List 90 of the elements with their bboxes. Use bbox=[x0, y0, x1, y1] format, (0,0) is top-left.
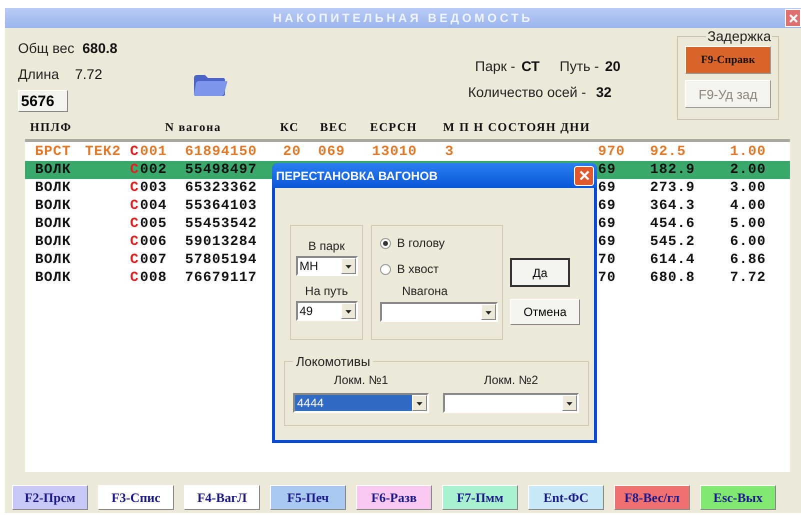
table-cell-text: 454.6 bbox=[650, 216, 696, 232]
table-cell-text: 76679117 bbox=[185, 270, 258, 286]
track-label: На путь bbox=[305, 284, 348, 298]
radio-label: В хвост bbox=[397, 262, 439, 276]
track-label: Путь - bbox=[560, 58, 599, 74]
table-cell-text: 6.86 bbox=[730, 252, 768, 268]
table-cell-text: 59013284 bbox=[185, 234, 258, 250]
table-cell: С bbox=[130, 270, 140, 286]
weight-value: 680.8 bbox=[82, 40, 118, 56]
track-value: 20 bbox=[604, 58, 621, 74]
table-cell-text: 2.00 bbox=[730, 162, 768, 178]
table-cell-text: 273.9 bbox=[650, 180, 696, 196]
table-cell-text: ВОЛК bbox=[35, 216, 72, 232]
dropdown-value: 49 bbox=[298, 303, 314, 319]
wagon-number-label: Nвагона bbox=[402, 284, 448, 298]
table-cell-text: 70 bbox=[598, 270, 618, 286]
table-cell: С bbox=[130, 252, 140, 268]
table-cell-text: 004 bbox=[140, 198, 168, 214]
table-cell-text: БРСТ bbox=[35, 144, 72, 160]
table-cell-text: 69 bbox=[598, 198, 618, 214]
table-cell-text: 3.00 bbox=[730, 180, 768, 196]
window-title: НАКОПИТЕЛЬНАЯ ВЕДОМОСТЬ bbox=[272, 11, 534, 25]
table-cell-text: 69 bbox=[598, 162, 618, 178]
table-cell-text: 614.4 bbox=[650, 252, 696, 268]
weight-label: Общ вес bbox=[18, 40, 74, 56]
park-label: В парк bbox=[308, 239, 345, 253]
table-cell-text: 7.72 bbox=[730, 270, 768, 286]
table-cell-text: ТЕК2 bbox=[85, 144, 122, 160]
table-cell-text: 5.00 bbox=[730, 216, 768, 232]
locomotive-label: Локм. №2 bbox=[484, 373, 538, 387]
locomotive-label: Локм. №1 bbox=[334, 373, 388, 387]
table-cell: С bbox=[130, 180, 140, 196]
table-cell-text: 005 bbox=[140, 216, 168, 232]
length-value: 7.72 bbox=[75, 66, 102, 82]
table-cell: С bbox=[130, 198, 140, 214]
table-cell-text: 3 bbox=[445, 144, 456, 160]
table-cell: С bbox=[130, 234, 140, 250]
table-cell-text: 55364103 bbox=[185, 198, 258, 214]
park-value: СТ bbox=[521, 58, 540, 74]
table-cell-text: 13010 bbox=[372, 144, 418, 160]
table-cell-text: 002 bbox=[140, 162, 168, 178]
park-label: Парк - bbox=[475, 58, 516, 74]
table-cell-text: 970 bbox=[598, 144, 626, 160]
table-cell-text: ВОЛК bbox=[35, 252, 72, 268]
table-cell-text: 6.00 bbox=[730, 234, 768, 250]
column-header: ВЕС bbox=[320, 120, 349, 135]
table-cell-text: 008 bbox=[140, 270, 168, 286]
table-cell-text: 20 bbox=[283, 144, 302, 160]
table-cell: С bbox=[130, 144, 140, 160]
table-cell-text: 007 bbox=[140, 252, 168, 268]
column-header: N вагона bbox=[165, 120, 222, 135]
dropdown-value: МН bbox=[298, 258, 320, 274]
table-cell-text: 001 bbox=[140, 144, 168, 160]
table-cell-text: ВОЛК bbox=[35, 162, 72, 178]
column-header: НПЛФ bbox=[30, 120, 73, 135]
table-cell-text: 1.00 bbox=[730, 144, 768, 160]
table-cell-text: 364.3 bbox=[650, 198, 696, 214]
table-cell-text: 65323362 bbox=[185, 180, 258, 196]
table-cell-text: 57805194 bbox=[185, 252, 258, 268]
group-title: Локомотивы bbox=[295, 354, 372, 369]
table-cell-text: ВОЛК bbox=[35, 198, 72, 214]
table-cell-text: 680.8 bbox=[650, 270, 696, 286]
column-header: М П Н СОСТОЯН ДНИ bbox=[443, 120, 592, 135]
table-cell-text: 069 bbox=[318, 144, 346, 160]
table-cell-text: 545.2 bbox=[650, 234, 696, 250]
table-cell-text: 61894150 bbox=[185, 144, 258, 160]
table-cell-text: 182.9 bbox=[650, 162, 696, 178]
length-label: Длина bbox=[18, 66, 59, 82]
table-cell-text: 4.00 bbox=[730, 198, 768, 214]
table-cell-text: 69 bbox=[598, 234, 618, 250]
table-cell-text: ВОЛК bbox=[35, 234, 72, 250]
table-cell-text: 003 bbox=[140, 180, 168, 196]
table-cell-text: 55453542 bbox=[185, 216, 258, 232]
table-cell-text: 69 bbox=[598, 216, 618, 232]
table-cell-text: 006 bbox=[140, 234, 168, 250]
axles-label: Количество осей - bbox=[468, 84, 586, 100]
table-cell: С bbox=[130, 162, 140, 178]
table-cell-text: ВОЛК bbox=[35, 270, 72, 286]
table-cell-text: 69 bbox=[598, 180, 618, 196]
column-header: ЕСРСН bbox=[370, 120, 418, 135]
dropdown-value: 4444 bbox=[295, 395, 412, 411]
column-header: КС bbox=[280, 120, 300, 135]
radio-label: В голову bbox=[397, 236, 445, 250]
group-title: Задержка bbox=[706, 28, 772, 44]
dialog-title: ПЕРЕСТАНОВКА ВАГОНОВ bbox=[276, 168, 438, 182]
table-cell: С bbox=[130, 216, 140, 232]
table-cell-text: 92.5 bbox=[650, 144, 688, 160]
table-cell-text: ВОЛК bbox=[35, 180, 72, 196]
table-cell-text: 70 bbox=[598, 252, 618, 268]
axles-value: 32 bbox=[596, 84, 612, 100]
